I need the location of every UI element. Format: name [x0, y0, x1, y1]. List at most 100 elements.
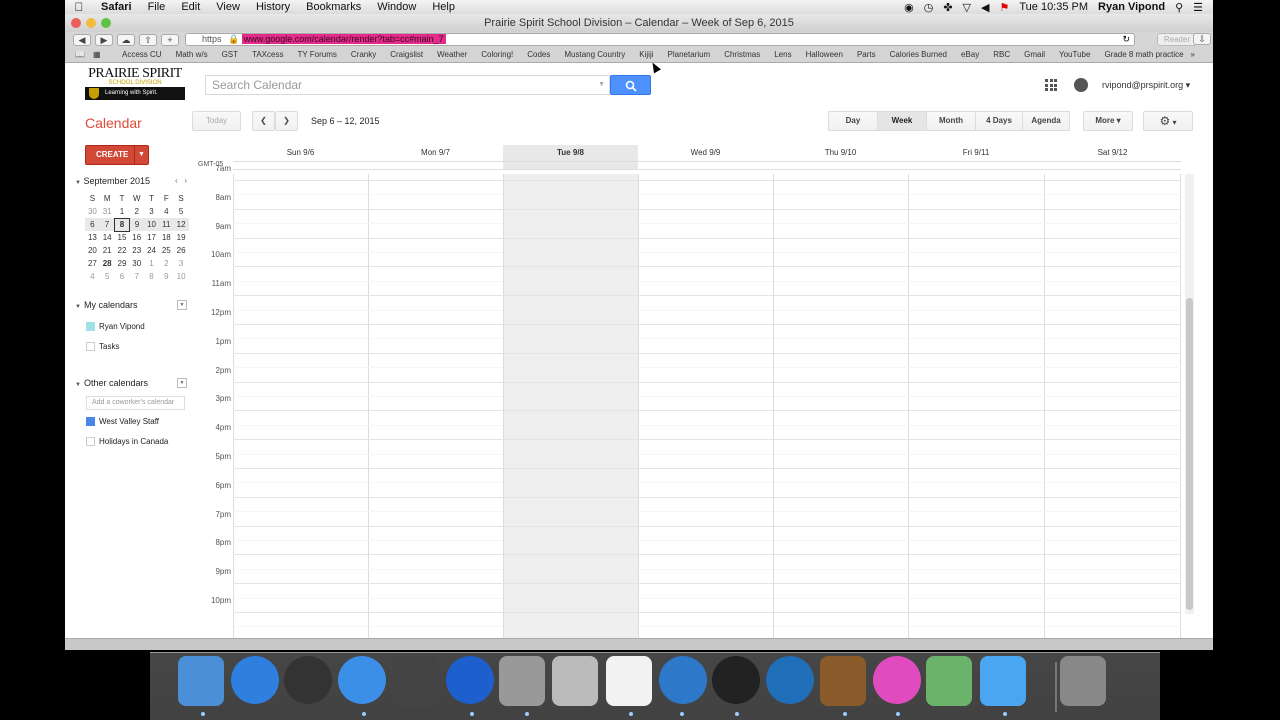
calendar-color-swatch[interactable] [86, 322, 95, 331]
mini-day[interactable]: 6 [85, 218, 100, 231]
view-month-button[interactable]: Month [926, 111, 976, 131]
mini-day[interactable]: 19 [174, 231, 189, 244]
quicktime-icon[interactable] [766, 656, 814, 704]
notifications-icon[interactable]: ☰ [1193, 1, 1203, 14]
menu-window[interactable]: Window [369, 1, 424, 13]
plex-icon[interactable] [712, 656, 760, 704]
iphoto-icon[interactable] [820, 656, 866, 706]
mini-calendar-month[interactable]: September 2015 [83, 176, 150, 186]
mini-day[interactable]: 17 [144, 231, 159, 244]
maps-icon[interactable] [926, 656, 972, 706]
trash-icon[interactable] [1060, 656, 1106, 706]
collapse-triangle-icon[interactable]: ▼ [75, 382, 81, 388]
mini-day[interactable]: 7 [99, 218, 115, 231]
calendar-color-swatch[interactable] [86, 342, 95, 351]
all-day-row[interactable] [233, 161, 1181, 170]
mini-day[interactable]: 16 [129, 231, 144, 244]
mini-day[interactable]: 5 [100, 270, 115, 283]
today-button[interactable]: Today [192, 111, 241, 131]
share-icon[interactable]: ⇧ [139, 33, 157, 46]
mini-day[interactable]: 18 [159, 231, 174, 244]
finder-icon[interactable] [178, 656, 224, 706]
bookmark-item[interactable]: Codes [520, 50, 557, 59]
reload-icon[interactable]: ↻ [1122, 34, 1130, 45]
dashboard-icon[interactable] [284, 656, 332, 704]
my-calendars-header[interactable]: ▼ My calendars ▼ [75, 300, 187, 310]
bookmark-item[interactable]: Grade 8 math practice [1097, 50, 1190, 59]
mini-day[interactable]: 9 [129, 218, 145, 231]
view-4days-button[interactable]: 4 Days [975, 111, 1023, 131]
bookmark-item[interactable]: YouTube [1052, 50, 1097, 59]
mini-day[interactable]: 1 [144, 257, 159, 270]
bookmark-item[interactable]: Kijiji [632, 50, 660, 59]
collapse-triangle-icon[interactable]: ▼ [75, 304, 81, 310]
mini-day[interactable]: 3 [174, 257, 189, 270]
flag-icon[interactable]: ⚑ [999, 1, 1009, 14]
apple-icon[interactable]:  [65, 0, 93, 14]
scrollbar-thumb[interactable] [1186, 298, 1193, 610]
mini-day[interactable]: 20 [85, 244, 100, 257]
mini-day[interactable]: 15 [115, 231, 130, 244]
menu-edit[interactable]: Edit [173, 1, 208, 13]
view-week-button[interactable]: Week [877, 111, 927, 131]
collapse-triangle-icon[interactable]: ▼ [75, 180, 81, 186]
bookmark-item[interactable]: Access CU [115, 50, 169, 59]
volume-icon[interactable]: ◀ [981, 1, 989, 14]
new-tab-button[interactable]: + [161, 33, 179, 46]
search-input[interactable]: Search Calendar ▼ [205, 75, 610, 95]
mini-day[interactable]: 7 [129, 270, 144, 283]
acrobat-reader-icon[interactable] [606, 656, 652, 706]
mini-day[interactable]: 22 [115, 244, 130, 257]
mini-day[interactable]: 12 [173, 218, 189, 231]
mini-calendar-nav[interactable]: ‹ › [175, 176, 187, 185]
mini-day[interactable]: 1 [115, 205, 130, 218]
script-editor-icon[interactable] [392, 656, 438, 706]
bookmark-item[interactable]: Weather [430, 50, 474, 59]
back-button[interactable]: ◀ [73, 33, 91, 46]
top-sites-icon[interactable]: ▦ [93, 50, 101, 59]
bookmark-item[interactable]: TY Forums [290, 50, 343, 59]
url-text[interactable]: www.google.com/calendar/render?tab=cc#ma… [241, 34, 446, 44]
next-period-button[interactable]: ❯ [275, 111, 298, 131]
reading-list-icon[interactable]: 📖 [75, 50, 85, 59]
menu-file[interactable]: File [140, 1, 174, 13]
mini-day[interactable]: 10 [174, 270, 189, 283]
more-bookmarks-icon[interactable]: » [1191, 50, 1195, 59]
bookmark-item[interactable]: GST [215, 50, 245, 59]
calculator-icon[interactable] [552, 656, 598, 706]
mini-day[interactable]: 31 [100, 205, 115, 218]
bookmark-item[interactable]: Calories Burned [883, 50, 954, 59]
calendar-item-holidays-canada[interactable]: Holidays in Canada [86, 437, 168, 446]
menu-help[interactable]: Help [424, 1, 463, 13]
bookmark-item[interactable]: Lens [767, 50, 798, 59]
settings-button[interactable]: ⚙ ▾ [1143, 111, 1193, 131]
bookmark-item[interactable]: RBC [986, 50, 1017, 59]
address-bar[interactable]: https 🔒 www.google.com/calendar/render?t… [185, 33, 1135, 46]
account-menu[interactable]: rvipond@prspirit.org ▾ [1102, 80, 1190, 91]
mini-day[interactable]: 30 [129, 257, 144, 270]
other-calendars-options-icon[interactable]: ▼ [177, 378, 187, 388]
mini-day[interactable]: 10 [144, 218, 159, 231]
bookmark-item[interactable]: Mustang Country [557, 50, 632, 59]
icloud-tabs-icon[interactable]: ☁ [117, 33, 135, 46]
safari-icon[interactable] [338, 656, 386, 704]
preview-icon[interactable] [499, 656, 545, 706]
apps-grid-icon[interactable] [1045, 79, 1057, 91]
mini-day[interactable]: 6 [115, 270, 130, 283]
bluetooth-icon[interactable]: ✤ [943, 1, 952, 14]
bookmark-item[interactable]: Craigslist [383, 50, 430, 59]
mini-day[interactable]: 4 [159, 205, 174, 218]
app-store-icon[interactable] [231, 656, 279, 704]
calendar-item-west-valley-staff[interactable]: West Valley Staff [86, 417, 159, 426]
spotlight-icon[interactable]: ⚲ [1175, 1, 1183, 14]
calendar-color-swatch[interactable] [86, 437, 95, 446]
menu-bookmarks[interactable]: Bookmarks [298, 1, 369, 13]
bookmark-item[interactable]: Halloween [799, 50, 850, 59]
mini-day[interactable]: 9 [159, 270, 174, 283]
mini-day[interactable]: 28 [100, 257, 115, 270]
bookmark-item[interactable]: TAXcess [245, 50, 290, 59]
view-day-button[interactable]: Day [828, 111, 878, 131]
mini-day[interactable]: 24 [144, 244, 159, 257]
calendar-item-ryan-vipond[interactable]: Ryan Vipond [86, 322, 145, 331]
bookmark-item[interactable]: eBay [954, 50, 986, 59]
